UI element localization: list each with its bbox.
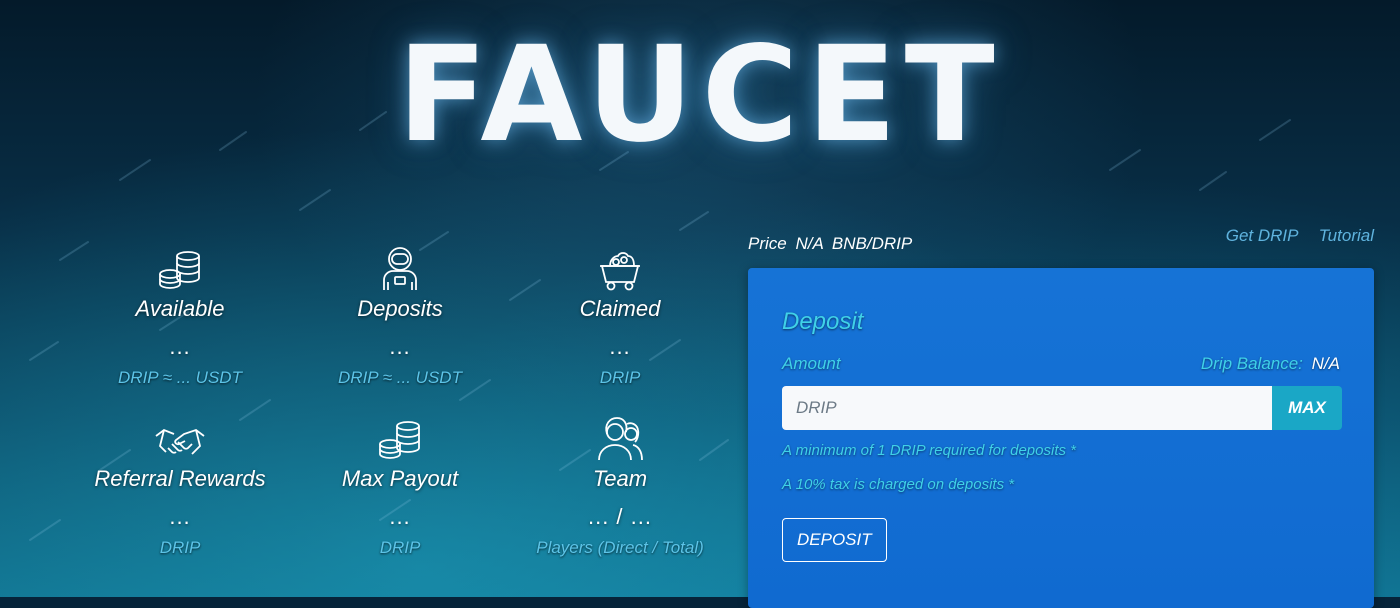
minimum-deposit-note: A minimum of 1 DRIP required for deposit… <box>782 442 1077 459</box>
price-value: N/A <box>795 234 824 253</box>
stat-unit: DRIP ≈ ... USDT <box>118 368 242 387</box>
stat-available: Available ... DRIP ≈ ... USDT <box>60 244 300 414</box>
stat-claimed: Claimed ... DRIP <box>500 244 740 414</box>
stat-value: ... <box>609 334 631 359</box>
tutorial-link[interactable]: Tutorial <box>1319 226 1374 245</box>
price-label: Price <box>748 234 787 253</box>
drip-balance-label: Drip Balance: <box>1200 354 1303 373</box>
stat-label: Referral Rewards <box>94 466 266 491</box>
deposit-amount-row: MAX <box>782 386 1342 430</box>
coins-icon <box>156 244 204 292</box>
stat-label: Claimed <box>579 296 661 321</box>
handshake-icon <box>154 414 206 462</box>
stat-team: Team ... / ... Players (Direct / Total) <box>500 414 740 589</box>
get-drip-link[interactable]: Get DRIP <box>1226 226 1298 245</box>
stat-unit: Players (Direct / Total) <box>536 538 704 557</box>
stat-label: Deposits <box>357 296 443 321</box>
tax-note: A 10% tax is charged on deposits * <box>782 476 1015 493</box>
amount-label: Amount <box>782 354 841 373</box>
stat-label: Available <box>135 296 225 321</box>
stat-max-payout: Max Payout ... DRIP <box>300 414 500 589</box>
drip-balance: Drip Balance: N/A <box>1201 354 1340 374</box>
header-links: Get DRIP Tutorial <box>1210 226 1374 246</box>
price-readout: Price N/A BNB/DRIP <box>748 234 912 254</box>
stat-value: ... <box>389 504 411 529</box>
coins-icon <box>376 414 424 462</box>
stat-value: ... <box>389 334 411 359</box>
page-title: FAUCET <box>397 18 1003 172</box>
astronaut-icon <box>376 244 424 292</box>
stat-value: ... <box>169 504 191 529</box>
stat-unit: DRIP <box>379 538 421 557</box>
team-icon <box>595 414 645 462</box>
stat-unit: DRIP ≈ ... USDT <box>338 368 462 387</box>
mine-cart-icon <box>596 244 644 292</box>
stat-label: Max Payout <box>341 466 459 491</box>
deposit-heading: Deposit <box>782 308 864 335</box>
price-unit: BNB/DRIP <box>831 234 913 253</box>
stat-deposits: Deposits ... DRIP ≈ ... USDT <box>300 244 500 414</box>
drip-balance-value: N/A <box>1311 354 1340 373</box>
deposit-panel: Deposit Amount Drip Balance: N/A MAX A m… <box>748 268 1374 608</box>
deposit-amount-input[interactable] <box>782 386 1272 430</box>
stat-label: Team <box>592 466 648 491</box>
stat-unit: DRIP <box>159 538 201 557</box>
stats-grid: Available ... DRIP ≈ ... USDT Deposits .… <box>60 244 740 589</box>
stat-value: ... <box>169 334 191 359</box>
deposit-button[interactable]: DEPOSIT <box>782 518 887 562</box>
stat-unit: DRIP <box>599 368 641 387</box>
max-button[interactable]: MAX <box>1272 386 1342 430</box>
stat-referral-rewards: Referral Rewards ... DRIP <box>60 414 300 589</box>
stat-value: ... / ... <box>587 504 652 529</box>
